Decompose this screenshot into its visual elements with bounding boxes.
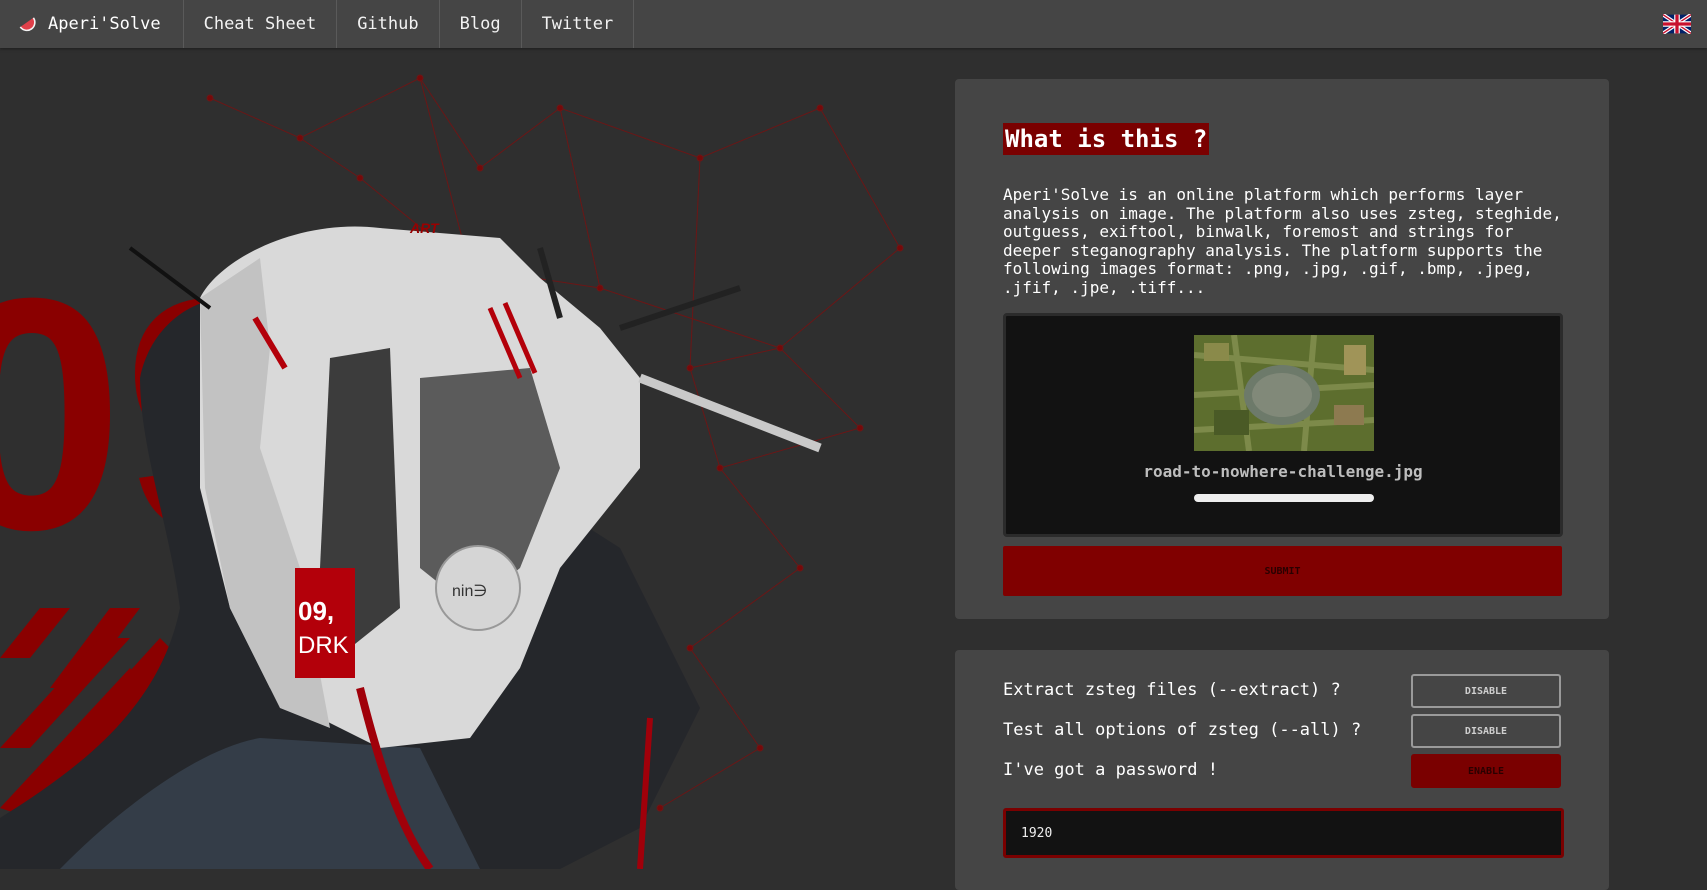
password-input[interactable] [1003, 808, 1564, 858]
option-password-label: I've got a password ! [1003, 760, 1218, 780]
brand-link[interactable]: Aperi'Solve [0, 0, 184, 48]
nav-twitter[interactable]: Twitter [522, 0, 635, 48]
svg-text:nin∋: nin∋ [452, 583, 487, 600]
hero-robot-artwork: 09 09, DRK ART nin∋ [0, 74, 904, 869]
intro-description: Aperi'Solve is an online platform which … [1003, 185, 1562, 297]
svg-text:09,: 09, [298, 596, 334, 626]
option-extract-label: Extract zsteg files (--extract) ? [1003, 680, 1341, 700]
options-panel: Extract zsteg files (--extract) ? DISABL… [955, 650, 1609, 890]
upload-progress-bar [1194, 494, 1374, 502]
svg-text:DRK: DRK [298, 632, 349, 659]
option-password-toggle[interactable]: ENABLE [1411, 754, 1561, 788]
uk-flag-icon[interactable] [1663, 14, 1691, 34]
nav-blog[interactable]: Blog [440, 0, 522, 48]
top-navbar: Aperi'Solve Cheat Sheet Github Blog Twit… [0, 0, 1707, 48]
uploaded-filename: road-to-nowhere-challenge.jpg [1143, 462, 1423, 481]
upload-dropzone[interactable]: road-to-nowhere-challenge.jpg [1003, 313, 1563, 537]
nav-cheat-sheet[interactable]: Cheat Sheet [184, 0, 338, 48]
brand-name: Aperi'Solve [48, 14, 161, 34]
nav-github[interactable]: Github [337, 0, 440, 48]
intro-panel: What is this ? Aperi'Solve is an online … [955, 79, 1609, 619]
submit-button[interactable]: SUBMIT [1003, 546, 1562, 596]
option-all-toggle[interactable]: DISABLE [1411, 714, 1561, 748]
option-extract-toggle[interactable]: DISABLE [1411, 674, 1561, 708]
uploaded-image-thumbnail [1194, 335, 1374, 451]
intro-title: What is this ? [1003, 123, 1210, 155]
watermelon-logo-icon [19, 17, 36, 32]
svg-text:ART: ART [409, 220, 440, 236]
option-all-label: Test all options of zsteg (--all) ? [1003, 720, 1362, 740]
